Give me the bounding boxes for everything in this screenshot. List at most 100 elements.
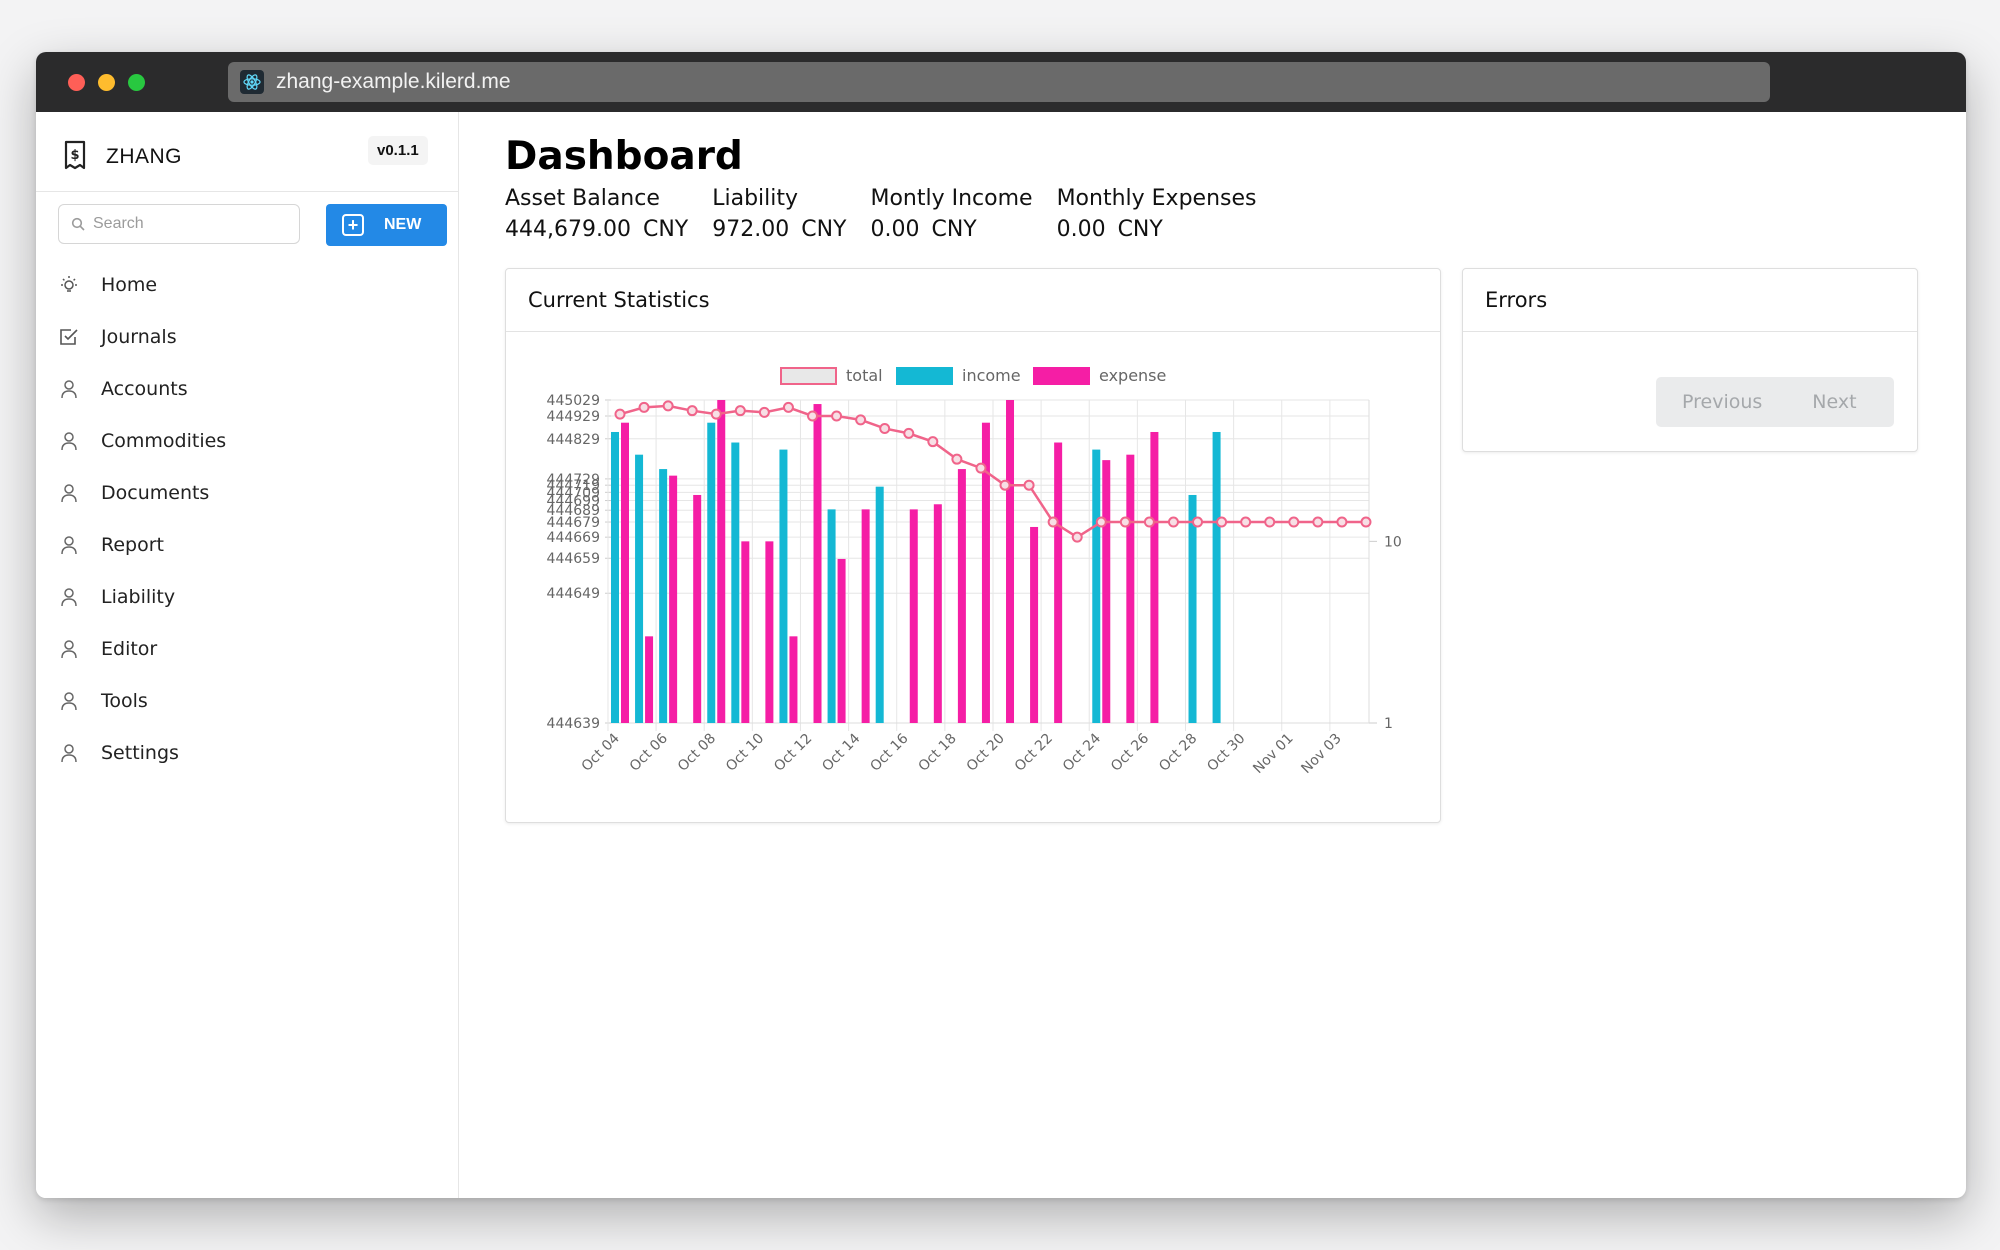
total-point [1071,531,1083,543]
stat-value: 0.00 [1056,217,1106,242]
sidebar-item-label: Accounts [101,378,188,400]
x-tick-label: Nov 03 [1298,731,1344,777]
x-tick-label: Nov 01 [1250,731,1296,777]
sidebar-nav: Home Journals Accounts Commodities Docum… [58,259,226,779]
total-point [951,453,963,465]
sidebar-item-label: Documents [101,482,210,504]
page-title: Dashboard [505,134,743,179]
total-point [1023,479,1035,491]
sidebar-item-tools[interactable]: Tools [58,675,226,727]
income-bar [779,449,788,723]
user-icon [58,586,80,608]
card-title: Errors [1463,269,1917,332]
y-tick-label: 444829 [547,432,600,448]
sidebar-item-accounts[interactable]: Accounts [58,363,226,415]
expense-bar [1054,442,1063,723]
expense-bar [621,422,629,723]
y-tick-label: 444929 [547,409,600,425]
x-tick-label: Oct 08 [675,731,719,775]
legend-label: expense [1099,366,1166,385]
total-point [1192,516,1204,528]
y-tick-label: 444659 [547,551,600,567]
summary-stats: Asset Balance 444,679.00 CNY Liability 97… [505,186,1280,242]
sidebar-item-label: Liability [101,586,176,608]
search-input[interactable]: Search [58,204,300,244]
x-tick-label: Oct 26 [1108,730,1152,774]
total-point [638,401,650,413]
stat-monthly-expenses: Monthly Expenses 0.00 CNY [1057,186,1257,242]
total-point [662,400,674,412]
user-icon [58,638,80,660]
total-point [758,406,770,418]
user-icon [58,482,80,504]
stat-label: Montly Income [870,186,1033,211]
user-icon [58,742,80,764]
address-url: zhang-example.kilerd.me [276,70,511,93]
sidebar-item-commodities[interactable]: Commodities [58,415,226,467]
new-button-label: NEW [384,216,422,233]
y-tick-label: 445029 [547,393,600,409]
stat-value: 444,679.00 [505,217,631,242]
total-point [1360,516,1372,528]
total-point [1336,516,1348,528]
total-point [831,410,843,422]
user-icon [58,534,80,556]
brand[interactable]: $ ZHANG [62,140,182,174]
sidebar-item-label: Tools [101,690,148,712]
maximize-window-button[interactable] [128,74,145,91]
stat-currency: CNY [931,217,977,242]
total-point [1119,516,1131,528]
stat-label: Liability [712,186,799,211]
minimize-window-button[interactable] [98,74,115,91]
expense-bar [789,636,798,723]
svg-text:$: $ [70,148,79,163]
sidebar-item-home[interactable]: Home [58,259,226,311]
stat-monthly-income: Montly Income 0.00 CNY [870,186,1032,242]
sidebar-item-settings[interactable]: Settings [58,727,226,779]
sidebar-divider [36,191,458,192]
main-content: Dashboard Asset Balance 444,679.00 CNY Li… [459,112,1966,1198]
plus-square-icon: + [342,214,364,236]
sidebar-item-journals[interactable]: Journals [58,311,226,363]
expense-bar [765,541,774,723]
expense-bar [1150,431,1159,723]
sidebar-item-label: Settings [101,742,179,764]
x-tick-label: Oct 18 [916,731,960,775]
stat-currency: CNY [1117,217,1163,242]
total-point [855,414,867,426]
sidebar-item-label: Editor [101,638,158,660]
new-button[interactable]: + NEW [326,204,447,246]
legend-swatch [1033,367,1090,385]
pagination: Previous Next [1656,377,1894,427]
total-point [975,462,987,474]
x-tick-label: Oct 04 [579,730,623,774]
stat-label: Monthly Expenses [1056,186,1257,211]
previous-button[interactable]: Previous [1682,391,1762,413]
expense-bar [669,475,678,723]
address-bar[interactable]: zhang-example.kilerd.me [228,62,1770,102]
stat-asset-balance: Asset Balance 444,679.00 CNY [505,186,688,242]
stat-label: Asset Balance [505,186,660,211]
close-window-button[interactable] [68,74,85,91]
sidebar-item-documents[interactable]: Documents [58,467,226,519]
total-point [1216,516,1228,528]
sidebar-item-liability[interactable]: Liability [58,571,226,623]
total-point [686,405,698,417]
y2-tick-label: 1 [1384,716,1393,732]
legend-label: income [962,366,1021,385]
x-tick-label: Oct 22 [1012,731,1056,775]
stat-currency: CNY [642,217,689,242]
expense-bar [909,509,918,723]
income-bar [707,422,716,723]
y-tick-label: 444669 [547,530,600,546]
bulb-icon [58,274,80,296]
user-icon [58,378,80,400]
total-point [1095,516,1107,528]
income-bar [611,431,619,723]
sidebar-item-editor[interactable]: Editor [58,623,226,675]
sidebar-item-report[interactable]: Report [58,519,226,571]
browser-window: zhang-example.kilerd.me $ ZHANG v0.1.1 S… [36,52,1966,1198]
search-icon [71,217,85,231]
x-tick-label: Oct 28 [1156,731,1200,775]
next-button[interactable]: Next [1812,391,1856,413]
